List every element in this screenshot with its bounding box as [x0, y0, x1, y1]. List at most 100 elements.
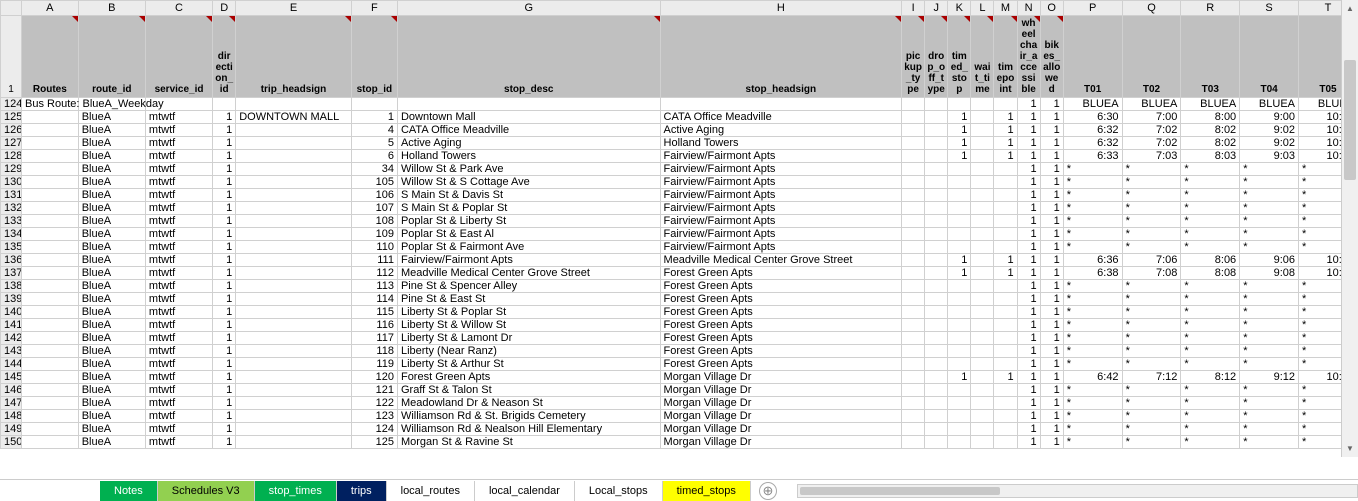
cell-S130[interactable]: * — [1240, 176, 1299, 189]
cell-P142[interactable]: * — [1063, 332, 1122, 345]
cell-J145[interactable] — [925, 371, 948, 384]
cell-L148[interactable] — [971, 410, 994, 423]
cell-G128[interactable]: Holland Towers — [397, 150, 660, 163]
cell-F125[interactable]: 1 — [351, 111, 397, 124]
cell-B150[interactable]: BlueA — [78, 436, 145, 449]
cell-P125[interactable]: 6:30 — [1063, 111, 1122, 124]
cell-J129[interactable] — [925, 163, 948, 176]
cell-C149[interactable]: mtwtf — [145, 423, 212, 436]
cell-M146[interactable] — [994, 384, 1017, 397]
cell-G141[interactable]: Liberty St & Willow St — [397, 319, 660, 332]
cell-A140[interactable] — [22, 306, 79, 319]
cell-H147[interactable]: Morgan Village Dr — [660, 397, 902, 410]
column-header-E[interactable]: E — [236, 1, 352, 16]
cell-L138[interactable] — [971, 280, 994, 293]
cell-M135[interactable] — [994, 241, 1017, 254]
cell-L135[interactable] — [971, 241, 994, 254]
cell-Q137[interactable]: 7:08 — [1122, 267, 1181, 280]
cell-H132[interactable]: Fairview/Fairmont Apts — [660, 202, 902, 215]
sheet-tab-local_stops[interactable]: Local_stops — [575, 481, 663, 501]
cell-A134[interactable] — [22, 228, 79, 241]
cell-B129[interactable]: BlueA — [78, 163, 145, 176]
cell-J136[interactable] — [925, 254, 948, 267]
cell-R128[interactable]: 8:03 — [1181, 150, 1240, 163]
cell-S126[interactable]: 9:02 — [1240, 124, 1299, 137]
cell-R134[interactable]: * — [1181, 228, 1240, 241]
cell-Q128[interactable]: 7:03 — [1122, 150, 1181, 163]
cell-B145[interactable]: BlueA — [78, 371, 145, 384]
row-header-144[interactable]: 144 — [1, 358, 22, 371]
column-header-P[interactable]: P — [1063, 1, 1122, 16]
cell-A146[interactable] — [22, 384, 79, 397]
cell-H140[interactable]: Forest Green Apts — [660, 306, 902, 319]
cell-N146[interactable]: 1 — [1017, 384, 1040, 397]
cell-P136[interactable]: 6:36 — [1063, 254, 1122, 267]
cell-M147[interactable] — [994, 397, 1017, 410]
cell-I133[interactable] — [902, 215, 925, 228]
cell-D135[interactable]: 1 — [213, 241, 236, 254]
cell-K143[interactable] — [948, 345, 971, 358]
cell-I137[interactable] — [902, 267, 925, 280]
cell-G149[interactable]: Williamson Rd & Nealson Hill Elementary — [397, 423, 660, 436]
cell-O138[interactable]: 1 — [1040, 280, 1063, 293]
cell-B135[interactable]: BlueA — [78, 241, 145, 254]
row-header-1[interactable]: 1 — [1, 16, 22, 98]
cell-F148[interactable]: 123 — [351, 410, 397, 423]
cell-O128[interactable]: 1 — [1040, 150, 1063, 163]
cell-B140[interactable]: BlueA — [78, 306, 145, 319]
cell-J149[interactable] — [925, 423, 948, 436]
cell-F134[interactable]: 109 — [351, 228, 397, 241]
cell-G150[interactable]: Morgan St & Ravine St — [397, 436, 660, 449]
cell-L137[interactable] — [971, 267, 994, 280]
field-header-pickup_type[interactable]: pickup_type — [902, 16, 925, 98]
cell-P132[interactable]: * — [1063, 202, 1122, 215]
cell-R141[interactable]: * — [1181, 319, 1240, 332]
cell-R125[interactable]: 8:00 — [1181, 111, 1240, 124]
row-header-133[interactable]: 133 — [1, 215, 22, 228]
cell-P145[interactable]: 6:42 — [1063, 371, 1122, 384]
cell-M150[interactable] — [994, 436, 1017, 449]
cell-N142[interactable]: 1 — [1017, 332, 1040, 345]
cell-D137[interactable]: 1 — [213, 267, 236, 280]
cell-C132[interactable]: mtwtf — [145, 202, 212, 215]
cell-O148[interactable]: 1 — [1040, 410, 1063, 423]
field-header-stop_id[interactable]: stop_id — [351, 16, 397, 98]
cell-E144[interactable] — [236, 358, 352, 371]
cell-K128[interactable]: 1 — [948, 150, 971, 163]
cell-Q125[interactable]: 7:00 — [1122, 111, 1181, 124]
column-header-R[interactable]: R — [1181, 1, 1240, 16]
cell-G129[interactable]: Willow St & Park Ave — [397, 163, 660, 176]
cell-C131[interactable]: mtwtf — [145, 189, 212, 202]
cell-A145[interactable] — [22, 371, 79, 384]
cell-C125[interactable]: mtwtf — [145, 111, 212, 124]
cell-C138[interactable]: mtwtf — [145, 280, 212, 293]
cell-F126[interactable]: 4 — [351, 124, 397, 137]
cell-H138[interactable]: Forest Green Apts — [660, 280, 902, 293]
cell-A149[interactable] — [22, 423, 79, 436]
field-header-Routes[interactable]: Routes — [22, 16, 79, 98]
cell-G146[interactable]: Graff St & Talon St — [397, 384, 660, 397]
cell-J134[interactable] — [925, 228, 948, 241]
cell-K127[interactable]: 1 — [948, 137, 971, 150]
cell-S141[interactable]: * — [1240, 319, 1299, 332]
cell-H135[interactable]: Fairview/Fairmont Apts — [660, 241, 902, 254]
cell-H145[interactable]: Morgan Village Dr — [660, 371, 902, 384]
cell-P141[interactable]: * — [1063, 319, 1122, 332]
cell-F135[interactable]: 110 — [351, 241, 397, 254]
row-header-135[interactable]: 135 — [1, 241, 22, 254]
cell-N133[interactable]: 1 — [1017, 215, 1040, 228]
cell-G133[interactable]: Poplar St & Liberty St — [397, 215, 660, 228]
cell-M144[interactable] — [994, 358, 1017, 371]
cell-J140[interactable] — [925, 306, 948, 319]
cell-F124[interactable] — [351, 98, 397, 111]
cell-P130[interactable]: * — [1063, 176, 1122, 189]
cell-B141[interactable]: BlueA — [78, 319, 145, 332]
cell-L139[interactable] — [971, 293, 994, 306]
cell-D136[interactable]: 1 — [213, 254, 236, 267]
cell-Q147[interactable]: * — [1122, 397, 1181, 410]
cell-H127[interactable]: Holland Towers — [660, 137, 902, 150]
cell-F131[interactable]: 106 — [351, 189, 397, 202]
cell-J139[interactable] — [925, 293, 948, 306]
cell-F133[interactable]: 108 — [351, 215, 397, 228]
row-header-128[interactable]: 128 — [1, 150, 22, 163]
